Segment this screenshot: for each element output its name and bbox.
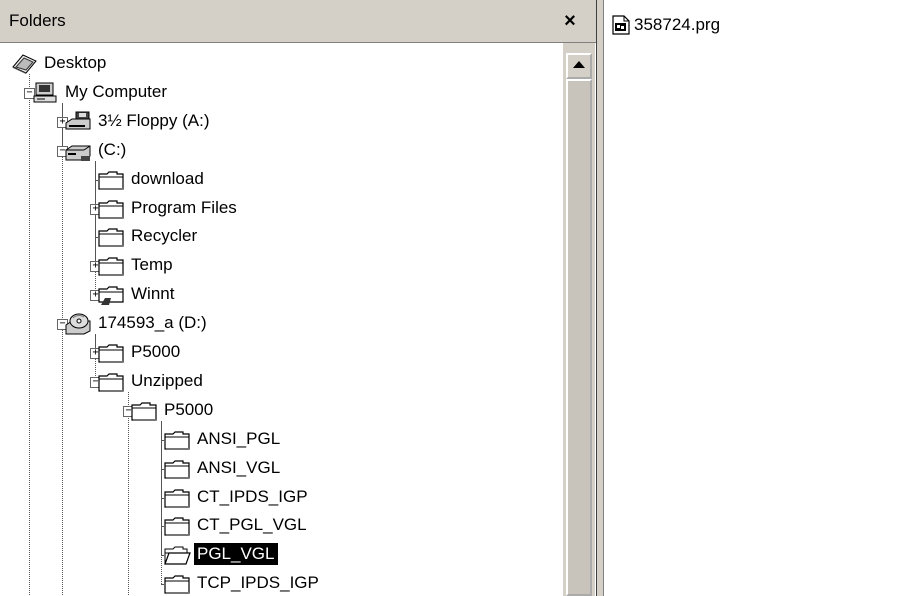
scroll-up-button[interactable] — [566, 53, 592, 79]
folder-icon — [163, 458, 191, 479]
folder-icon — [163, 487, 191, 508]
folder-tree: Desktop − My Computer +3½ Floppy (A:) − (C:) d… — [0, 43, 562, 596]
file-list-pane: 358724.prg — [604, 0, 906, 596]
tree-node-label[interactable]: Program Files — [128, 197, 240, 219]
tree-node-label[interactable]: Temp — [128, 254, 176, 276]
folder-icon — [97, 371, 125, 392]
folder-icon — [97, 342, 125, 363]
computer-icon — [31, 82, 59, 103]
tree-node-label[interactable]: PGL_VGL — [194, 543, 278, 566]
folder-icon — [97, 255, 125, 277]
file-name: 358724.prg — [634, 15, 721, 34]
tree-node-label[interactable]: ANSI_PGL — [194, 428, 283, 450]
floppy-drive-icon — [64, 111, 92, 131]
folders-pane: Folders × Desktop − My Computer +3½ Floppy … — [0, 0, 597, 596]
tree-node-label[interactable]: (C:) — [95, 139, 129, 161]
tree-node-label[interactable]: Unzipped — [128, 370, 206, 392]
folder-icon — [163, 515, 191, 537]
tree-node-label[interactable]: Recycler — [128, 225, 200, 247]
tree-node-label[interactable]: 174593_a (D:) — [95, 312, 210, 334]
scroll-thumb[interactable] — [566, 79, 592, 596]
tree-node-label[interactable]: download — [128, 168, 207, 190]
tree-connector — [161, 420, 162, 585]
folder-icon — [163, 429, 191, 450]
hard-drive-icon — [64, 140, 92, 161]
tree-connector — [62, 324, 63, 596]
folder-icon — [163, 573, 191, 595]
folder-icon — [97, 198, 125, 219]
tree-node-label[interactable]: P5000 — [128, 341, 183, 363]
tree-connector — [128, 410, 129, 596]
tree-node-label[interactable]: My Computer — [62, 81, 170, 103]
tree-connector — [95, 160, 96, 296]
folder-icon — [97, 226, 125, 248]
folders-header: Folders × — [0, 0, 596, 43]
desktop-icon — [10, 53, 38, 74]
folders-title: Folders — [9, 11, 66, 30]
vertical-scrollbar[interactable] — [562, 43, 595, 596]
tree-node-label[interactable]: Desktop — [41, 52, 109, 74]
shared-folder-icon — [97, 284, 125, 306]
tree-node-label[interactable]: 3½ Floppy (A:) — [95, 110, 213, 132]
tree-node-label[interactable]: P5000 — [161, 399, 216, 421]
tree-node-label[interactable]: TCP_IPDS_IGP — [194, 572, 322, 594]
prg-file-icon — [612, 15, 630, 35]
tree-node-label[interactable]: Winnt — [128, 283, 177, 305]
tree-node-label[interactable]: CT_IPDS_IGP — [194, 486, 311, 508]
folder-icon — [130, 400, 158, 421]
tree-connector — [62, 102, 63, 325]
tree-node-label[interactable]: ANSI_VGL — [194, 457, 283, 479]
cd-drive-icon — [64, 313, 92, 335]
close-folders-button[interactable]: × — [557, 8, 583, 34]
tree-node-label[interactable]: CT_PGL_VGL — [194, 514, 310, 536]
folder-icon — [97, 169, 125, 190]
tree-connector — [29, 92, 30, 596]
open-folder-icon — [163, 544, 191, 565]
pane-splitter[interactable] — [596, 0, 604, 596]
